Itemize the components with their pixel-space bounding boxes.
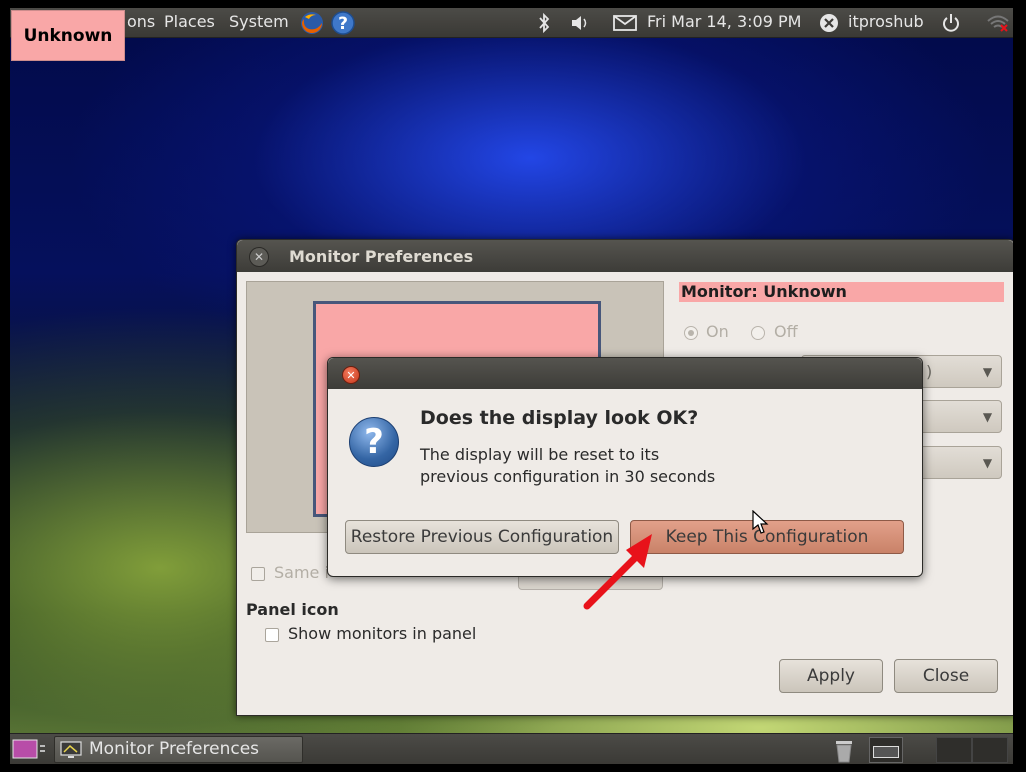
taskbar-monitor-preferences[interactable]: Monitor Preferences bbox=[54, 736, 303, 763]
applications-menu[interactable]: ons bbox=[127, 12, 155, 31]
workspace-1[interactable] bbox=[869, 737, 903, 763]
dialog-titlebar[interactable]: ✕ bbox=[328, 358, 922, 389]
panel-icon-heading: Panel icon bbox=[246, 600, 339, 619]
off-label: Off bbox=[774, 322, 798, 341]
help-icon[interactable]: ? bbox=[330, 10, 356, 36]
dialog-message-line1: The display will be reset to its bbox=[420, 445, 660, 464]
taskbar-label: Monitor Preferences bbox=[89, 739, 260, 759]
power-icon[interactable] bbox=[941, 12, 961, 34]
on-label: On bbox=[706, 322, 729, 341]
chevron-down-icon: ▼ bbox=[982, 455, 993, 470]
off-radio[interactable] bbox=[751, 326, 765, 340]
bottom-panel: Monitor Preferences bbox=[10, 733, 1013, 764]
workspace-3[interactable] bbox=[972, 737, 1008, 763]
places-menu[interactable]: Places bbox=[164, 12, 215, 31]
question-icon: ? bbox=[349, 417, 399, 467]
chevron-down-icon: ▼ bbox=[982, 409, 993, 424]
window-titlebar[interactable]: ✕ Monitor Preferences bbox=[237, 240, 1013, 272]
monitor-heading: Monitor: Unknown bbox=[679, 282, 1004, 302]
same-image-checkbox[interactable] bbox=[251, 567, 265, 581]
volume-icon[interactable] bbox=[569, 13, 591, 33]
firefox-icon[interactable] bbox=[299, 10, 325, 36]
workspace-2[interactable] bbox=[936, 737, 972, 763]
show-monitors-checkbox[interactable] bbox=[265, 628, 279, 642]
user-menu[interactable]: itproshub bbox=[848, 12, 924, 31]
user-status-icon[interactable] bbox=[819, 13, 839, 33]
show-monitors-label: Show monitors in panel bbox=[288, 624, 477, 643]
show-desktop-icon[interactable] bbox=[12, 738, 48, 760]
chevron-down-icon: ▼ bbox=[982, 364, 993, 379]
trash-icon[interactable] bbox=[833, 737, 855, 763]
svg-text:?: ? bbox=[338, 14, 348, 34]
apply-button[interactable]: Apply bbox=[779, 659, 883, 693]
resolution-value: ) bbox=[926, 362, 933, 381]
dialog-heading: Does the display look OK? bbox=[420, 407, 699, 429]
top-panel: ons Places System ? Fri Mar 14, 3:09 PM bbox=[10, 8, 1013, 38]
close-icon[interactable]: ✕ bbox=[342, 366, 360, 384]
monitor-icon bbox=[60, 741, 82, 758]
close-button[interactable]: Close bbox=[894, 659, 998, 693]
system-menu[interactable]: System bbox=[229, 12, 289, 31]
network-icon[interactable] bbox=[986, 13, 1010, 33]
red-arrow-icon bbox=[583, 534, 652, 610]
clock[interactable]: Fri Mar 14, 3:09 PM bbox=[647, 12, 801, 31]
close-icon[interactable]: ✕ bbox=[249, 247, 269, 267]
mail-icon[interactable] bbox=[613, 14, 637, 32]
window-title: Monitor Preferences bbox=[289, 247, 474, 266]
dialog-message-line2: previous configuration in 30 seconds bbox=[420, 467, 716, 486]
unknown-monitor-label: Unknown bbox=[11, 10, 125, 61]
mouse-pointer-icon bbox=[752, 510, 769, 534]
on-radio[interactable] bbox=[684, 326, 698, 340]
restore-previous-button[interactable]: Restore Previous Configuration bbox=[345, 520, 619, 554]
bluetooth-icon[interactable] bbox=[536, 12, 552, 34]
same-image-label: Same i bbox=[274, 563, 329, 582]
